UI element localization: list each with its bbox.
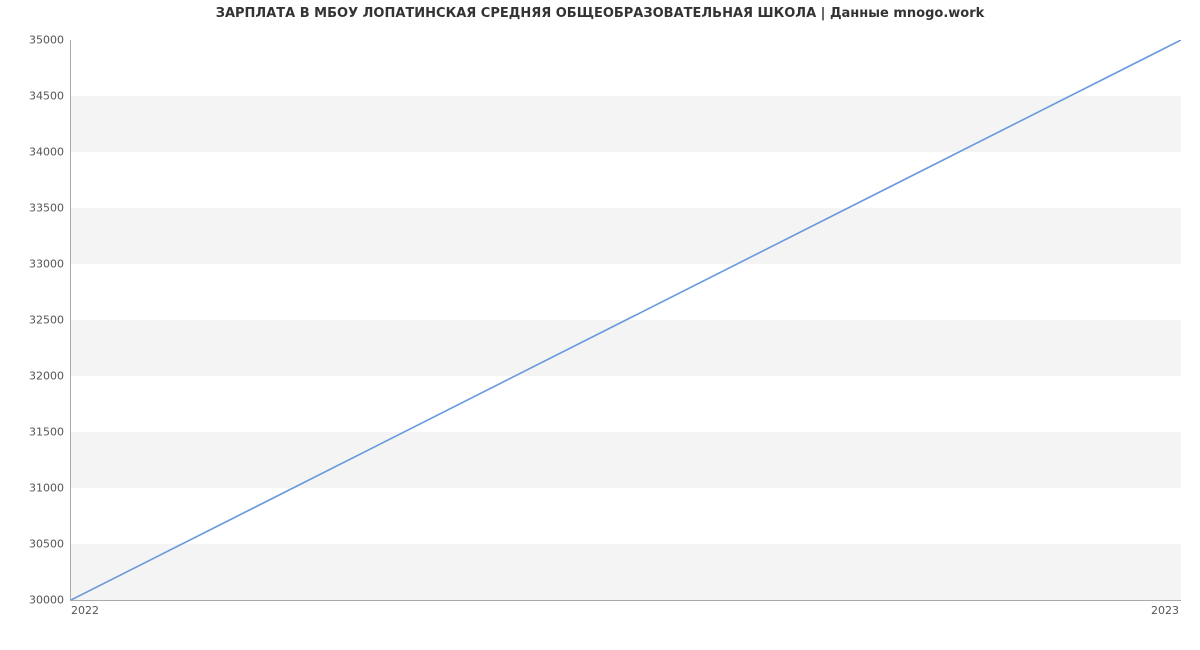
y-tick-label: 33000 xyxy=(8,258,64,271)
y-tick-label: 34000 xyxy=(8,146,64,159)
y-tick-label: 33500 xyxy=(8,202,64,215)
y-tick-label: 32000 xyxy=(8,370,64,383)
plot-area xyxy=(70,40,1181,601)
y-tick-label: 31500 xyxy=(8,426,64,439)
chart-container: ЗАРПЛАТА В МБОУ ЛОПАТИНСКАЯ СРЕДНЯЯ ОБЩЕ… xyxy=(0,0,1200,650)
chart-title: ЗАРПЛАТА В МБОУ ЛОПАТИНСКАЯ СРЕДНЯЯ ОБЩЕ… xyxy=(0,6,1200,21)
y-tick-label: 35000 xyxy=(8,34,64,47)
y-tick-label: 34500 xyxy=(8,90,64,103)
y-tick-label: 32500 xyxy=(8,314,64,327)
x-tick-label: 2023 xyxy=(1151,604,1179,617)
x-tick-label: 2022 xyxy=(71,604,99,617)
y-tick-label: 30500 xyxy=(8,538,64,551)
line-series xyxy=(71,40,1181,600)
y-tick-label: 31000 xyxy=(8,482,64,495)
y-tick-label: 30000 xyxy=(8,594,64,607)
